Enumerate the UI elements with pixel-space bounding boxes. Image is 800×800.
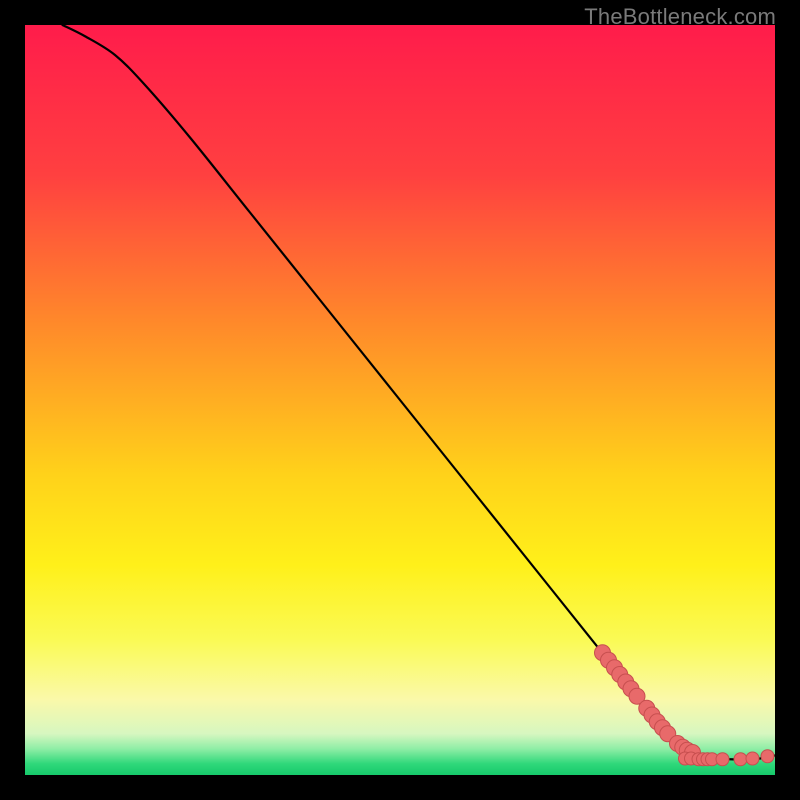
marker-group (595, 645, 775, 766)
data-point (716, 753, 729, 766)
data-point (734, 753, 747, 766)
data-point (746, 752, 759, 765)
points-layer (25, 25, 775, 775)
chart-stage: TheBottleneck.com (0, 0, 800, 800)
watermark-label: TheBottleneck.com (584, 4, 776, 30)
plot-area (25, 25, 775, 775)
data-point (761, 750, 774, 763)
